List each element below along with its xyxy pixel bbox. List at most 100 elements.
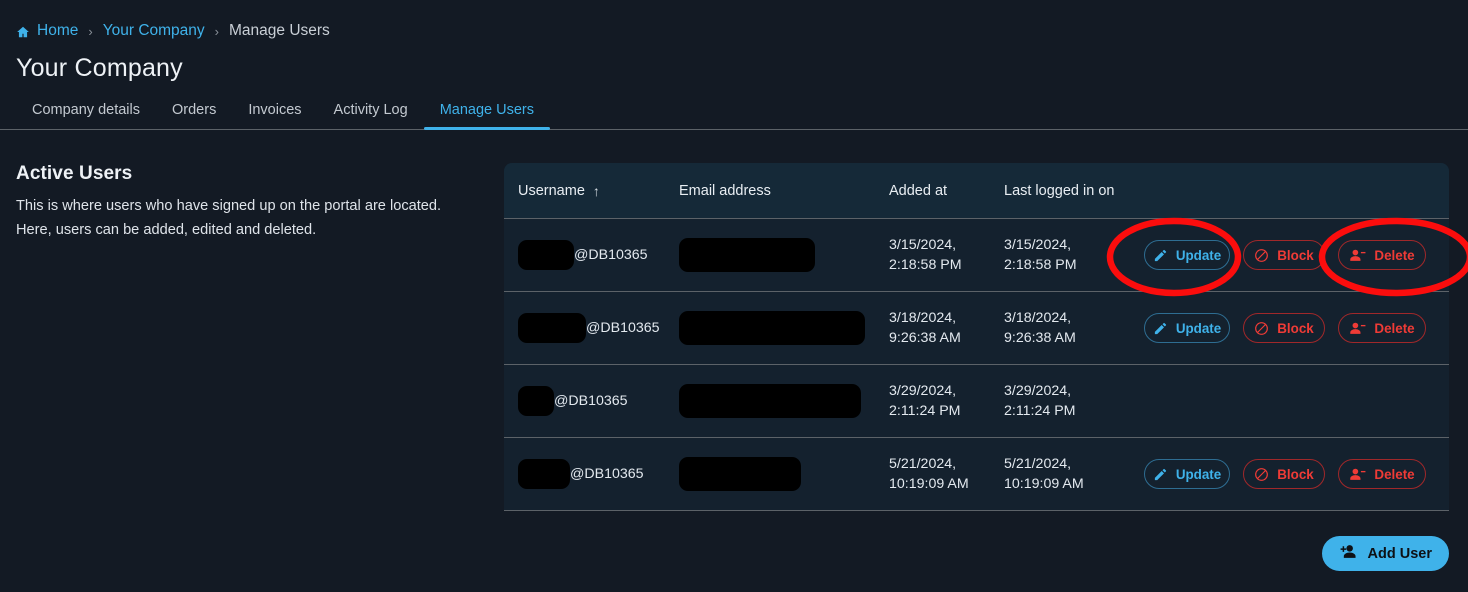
cell-last-logged-in: 3/29/2024, 2:11:24 PM [1004, 381, 1130, 421]
username-suffix: @DB10365 [586, 320, 660, 336]
block-button-label: Block [1277, 320, 1314, 336]
redacted-email [679, 238, 815, 272]
delete-button-label: Delete [1374, 320, 1415, 336]
last-logged-time: 10:19:09 AM [1004, 476, 1084, 492]
column-header-username[interactable]: Username ↑ [504, 183, 679, 199]
redacted-username [518, 313, 586, 343]
column-header-added-at[interactable]: Added at [889, 183, 1004, 199]
last-logged-time: 9:26:38 AM [1004, 330, 1076, 346]
table-row: @DB10365 3/18/2024, 9:26:38 AM 3/18/2024… [504, 292, 1449, 365]
active-users-description-panel: Active Users This is where users who hav… [16, 163, 446, 242]
table-row: @DB10365 5/21/2024, 10:19:09 AM 5/21/202… [504, 438, 1449, 511]
add-user-bar: Add User [504, 536, 1449, 571]
cell-last-logged-in: 5/21/2024, 10:19:09 AM [1004, 454, 1130, 494]
tab-bar: Company details Orders Invoices Activity… [0, 95, 1468, 130]
last-logged-date: 5/21/2024, [1004, 455, 1072, 472]
cell-added-at: 3/15/2024, 2:18:58 PM [889, 235, 1004, 275]
block-button-label: Block [1277, 466, 1314, 482]
block-button[interactable]: Block [1243, 459, 1325, 489]
cell-username: @DB10365 [504, 459, 679, 489]
user-minus-icon [1349, 467, 1366, 482]
cell-added-at: 5/21/2024, 10:19:09 AM [889, 454, 1004, 494]
cell-actions: Update Block Delete [1130, 240, 1449, 270]
cell-actions: Update Block Delete [1130, 313, 1449, 343]
breadcrumb-home[interactable]: Home [16, 22, 78, 40]
update-button-label: Update [1175, 247, 1222, 263]
pencil-icon [1153, 248, 1168, 263]
added-at-time: 10:19:09 AM [889, 476, 969, 492]
block-button[interactable]: Block [1243, 313, 1325, 343]
manage-users-page: Home › Your Company › Manage Users Your … [0, 0, 1468, 592]
active-users-description: This is where users who have signed up o… [16, 198, 442, 239]
cell-added-at: 3/29/2024, 2:11:24 PM [889, 381, 1004, 421]
user-minus-icon [1349, 321, 1366, 336]
block-button-label: Block [1277, 247, 1314, 263]
cell-added-at: 3/18/2024, 9:26:38 AM [889, 308, 1004, 348]
table-row: @DB10365 3/15/2024, 2:18:58 PM 3/15/2024… [504, 219, 1449, 292]
user-plus-icon [1339, 543, 1358, 564]
added-at-date: 3/18/2024, [889, 309, 957, 326]
cell-actions: Update Block Delete [1130, 459, 1449, 489]
cell-last-logged-in: 3/15/2024, 2:18:58 PM [1004, 235, 1130, 275]
user-minus-icon [1349, 248, 1366, 263]
update-button[interactable]: Update [1144, 313, 1230, 343]
tab-manage-users[interactable]: Manage Users [423, 102, 551, 130]
column-header-last-logged-in[interactable]: Last logged in on [1004, 183, 1130, 199]
breadcrumb: Home › Your Company › Manage Users [0, 0, 1468, 44]
table-body: @DB10365 3/15/2024, 2:18:58 PM 3/15/2024… [504, 219, 1449, 511]
breadcrumb-separator-1: › [88, 23, 93, 39]
last-logged-time: 2:18:58 PM [1004, 257, 1077, 273]
users-table: Username ↑ Email address Added at Last l… [504, 163, 1449, 511]
last-logged-date: 3/18/2024, [1004, 309, 1072, 326]
breadcrumb-current: Manage Users [229, 22, 330, 39]
delete-button[interactable]: Delete [1338, 240, 1426, 270]
page-title: Your Company [16, 54, 183, 82]
active-users-heading: Active Users [16, 163, 133, 184]
tab-company-details[interactable]: Company details [16, 102, 156, 129]
redacted-email [679, 311, 865, 345]
ban-icon [1254, 321, 1269, 336]
added-at-time: 9:26:38 AM [889, 330, 961, 346]
username-suffix: @DB10365 [570, 466, 644, 482]
tab-invoices[interactable]: Invoices [232, 102, 317, 129]
added-at-date: 3/15/2024, [889, 236, 957, 253]
cell-username: @DB10365 [504, 386, 679, 416]
pencil-icon [1153, 467, 1168, 482]
username-suffix: @DB10365 [574, 247, 648, 263]
added-at-time: 2:18:58 PM [889, 257, 962, 273]
cell-username: @DB10365 [504, 240, 679, 270]
redacted-email [679, 457, 801, 491]
cell-email [679, 384, 889, 418]
update-button[interactable]: Update [1144, 240, 1230, 270]
home-icon [16, 25, 30, 39]
last-logged-date: 3/29/2024, [1004, 382, 1072, 399]
column-header-email[interactable]: Email address [679, 183, 889, 199]
ban-icon [1254, 248, 1269, 263]
redacted-username [518, 240, 574, 270]
delete-button-label: Delete [1374, 466, 1415, 482]
update-button-label: Update [1175, 466, 1222, 482]
pencil-icon [1153, 321, 1168, 336]
added-at-date: 5/21/2024, [889, 455, 957, 472]
added-at-time: 2:11:24 PM [889, 403, 961, 419]
block-button[interactable]: Block [1243, 240, 1325, 270]
redacted-email [679, 384, 861, 418]
update-button-label: Update [1175, 320, 1222, 336]
breadcrumb-your-company[interactable]: Your Company [103, 22, 205, 40]
delete-button[interactable]: Delete [1338, 459, 1426, 489]
redacted-username [518, 386, 554, 416]
table-header-row: Username ↑ Email address Added at Last l… [504, 163, 1449, 219]
table-row: @DB10365 3/29/2024, 2:11:24 PM 3/29/2024… [504, 365, 1449, 438]
tab-activity-log[interactable]: Activity Log [318, 102, 424, 129]
added-at-date: 3/29/2024, [889, 382, 957, 399]
delete-button[interactable]: Delete [1338, 313, 1426, 343]
redacted-username [518, 459, 570, 489]
cell-email [679, 311, 889, 345]
add-user-label: Add User [1367, 545, 1432, 562]
breadcrumb-separator-2: › [214, 23, 220, 39]
breadcrumb-home-label: Home [37, 22, 79, 39]
tab-orders[interactable]: Orders [156, 102, 232, 129]
cell-last-logged-in: 3/18/2024, 9:26:38 AM [1004, 308, 1130, 348]
update-button[interactable]: Update [1144, 459, 1230, 489]
add-user-button[interactable]: Add User [1321, 536, 1449, 571]
